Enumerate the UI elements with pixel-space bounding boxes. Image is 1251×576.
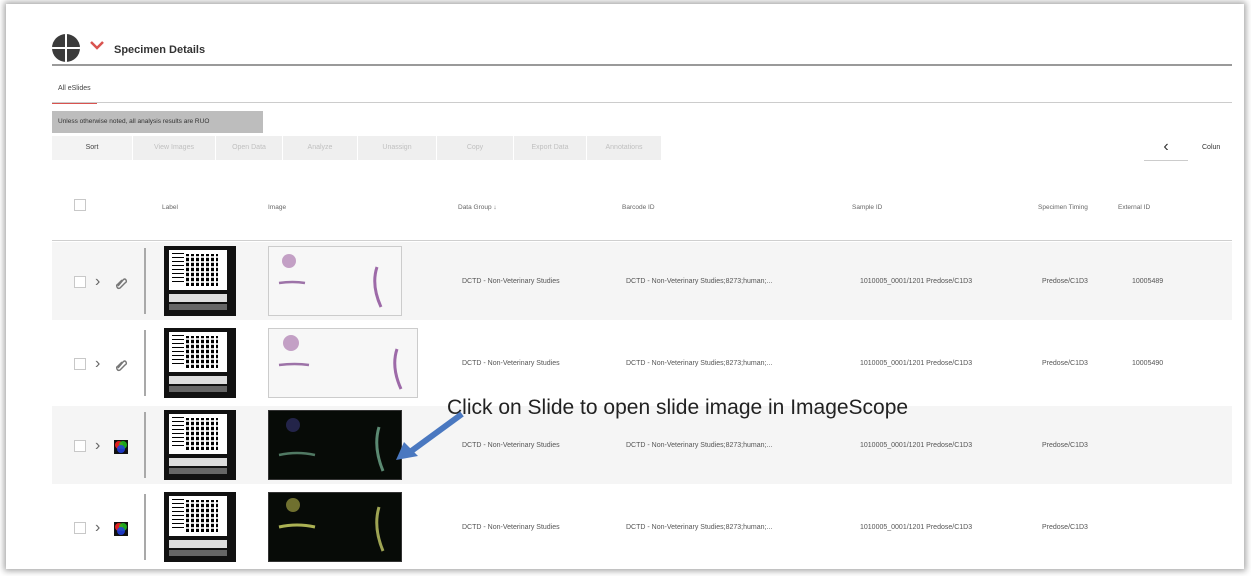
app-window: Specimen Details All eSlides Unless othe… [6,4,1244,569]
row-checkbox[interactable] [74,440,86,452]
tab-divider [52,102,1232,103]
column-header-barcode-id[interactable]: Barcode ID [622,204,655,211]
annotations-button[interactable]: Annotations [587,136,662,160]
slide-label-image[interactable] [164,410,236,480]
data-group-cell: DCTD - Non-Veterinary Studies [462,524,560,531]
slide-label-image[interactable] [164,328,236,398]
column-header-sample-id[interactable]: Sample ID [852,204,882,211]
slide-label-image[interactable] [164,246,236,316]
row-checkbox[interactable] [74,358,86,370]
row-checkbox[interactable] [74,276,86,288]
specimen-timing-cell: Predose/C1D3 [1042,524,1088,531]
row-divider [144,412,146,478]
open-data-button[interactable]: Open Data [216,136,283,160]
specimen-timing-cell: Predose/C1D3 [1042,442,1088,449]
app-logo-icon [52,34,80,62]
column-header-data-group[interactable]: Data Group ↓ [458,204,497,211]
sample-id-cell: 1010005_0001/1201 Predose/C1D3 [860,524,973,531]
table-row[interactable]: › DCTD - Non-Veterinary Studies DCTD - N… [52,324,1232,402]
external-id-cell: 10005490 [1132,360,1164,367]
row-divider [144,248,146,314]
column-header-specimen-timing[interactable]: Specimen Timing [1038,204,1088,211]
ruo-notice: Unless otherwise noted, all analysis res… [52,111,263,133]
copy-button[interactable]: Copy [437,136,514,160]
data-group-cell: DCTD - Non-Veterinary Studies [462,442,560,449]
barcode-id-cell: DCTD - Non-Veterinary Studies;8273;human… [626,524,773,531]
sample-id-cell: 1010005_0001/1201 Predose/C1D3 [860,360,973,367]
sample-id-cell: 1010005_0001/1201 Predose/C1D3 [860,278,973,285]
chevron-down-icon[interactable] [90,40,104,50]
paperclip-icon [115,360,128,372]
data-group-cell: DCTD - Non-Veterinary Studies [462,278,560,285]
chevron-left-icon[interactable]: ‹ [1144,136,1188,161]
expand-row-icon[interactable]: › [95,520,100,536]
slide-label-image[interactable] [164,492,236,562]
column-header-image[interactable]: Image [268,204,286,211]
view-images-button[interactable]: View Images [133,136,216,160]
barcode-id-cell: DCTD - Non-Veterinary Studies;8273;human… [626,278,773,285]
row-divider [144,494,146,560]
slide-thumbnail[interactable] [268,328,418,398]
expand-row-icon[interactable]: › [95,438,100,454]
specimen-timing-cell: Predose/C1D3 [1042,360,1088,367]
rgb-image-icon [114,440,128,454]
table-row[interactable]: › DCTD - Non-Veterinary Studies DCTD - N… [52,242,1232,320]
slide-thumbnail[interactable] [268,246,402,316]
page-title: Specimen Details [114,44,206,56]
sample-id-cell: 1010005_0001/1201 Predose/C1D3 [860,442,973,449]
export-data-button[interactable]: Export Data [514,136,587,160]
callout-arrow-icon [396,411,464,460]
table-row[interactable]: › DCTD - Non-Veterinary Studies DCTD - N… [52,488,1232,566]
external-id-cell: 10005489 [1132,278,1164,285]
specimen-timing-cell: Predose/C1D3 [1042,278,1088,285]
tab-all-eslides[interactable]: All eSlides [52,80,97,104]
slide-thumbnail[interactable] [268,492,402,562]
column-header-label[interactable]: Label [162,204,178,211]
toolbar: Sort View Images Open Data Analyze Unass… [52,136,662,160]
columns-button[interactable]: Colun [1202,144,1220,151]
unassign-button[interactable]: Unassign [358,136,437,160]
slide-thumbnail[interactable] [268,410,402,480]
barcode-id-cell: DCTD - Non-Veterinary Studies;8273;human… [626,442,773,449]
barcode-id-cell: DCTD - Non-Veterinary Studies;8273;human… [626,360,773,367]
rgb-image-icon [114,522,128,536]
analyze-button[interactable]: Analyze [283,136,358,160]
table-header: Label Image Data Group ↓ Barcode ID Samp… [52,184,1232,241]
row-divider [144,330,146,396]
expand-row-icon[interactable]: › [95,274,100,290]
sort-button[interactable]: Sort [52,136,133,160]
column-header-external-id[interactable]: External ID [1118,204,1150,211]
callout-text: Click on Slide to open slide image in Im… [447,396,909,419]
data-group-cell: DCTD - Non-Veterinary Studies [462,360,560,367]
select-all-checkbox[interactable] [74,199,86,211]
expand-row-icon[interactable]: › [95,356,100,372]
paperclip-icon [115,278,128,290]
section-header: Specimen Details [52,34,1232,66]
row-checkbox[interactable] [74,522,86,534]
